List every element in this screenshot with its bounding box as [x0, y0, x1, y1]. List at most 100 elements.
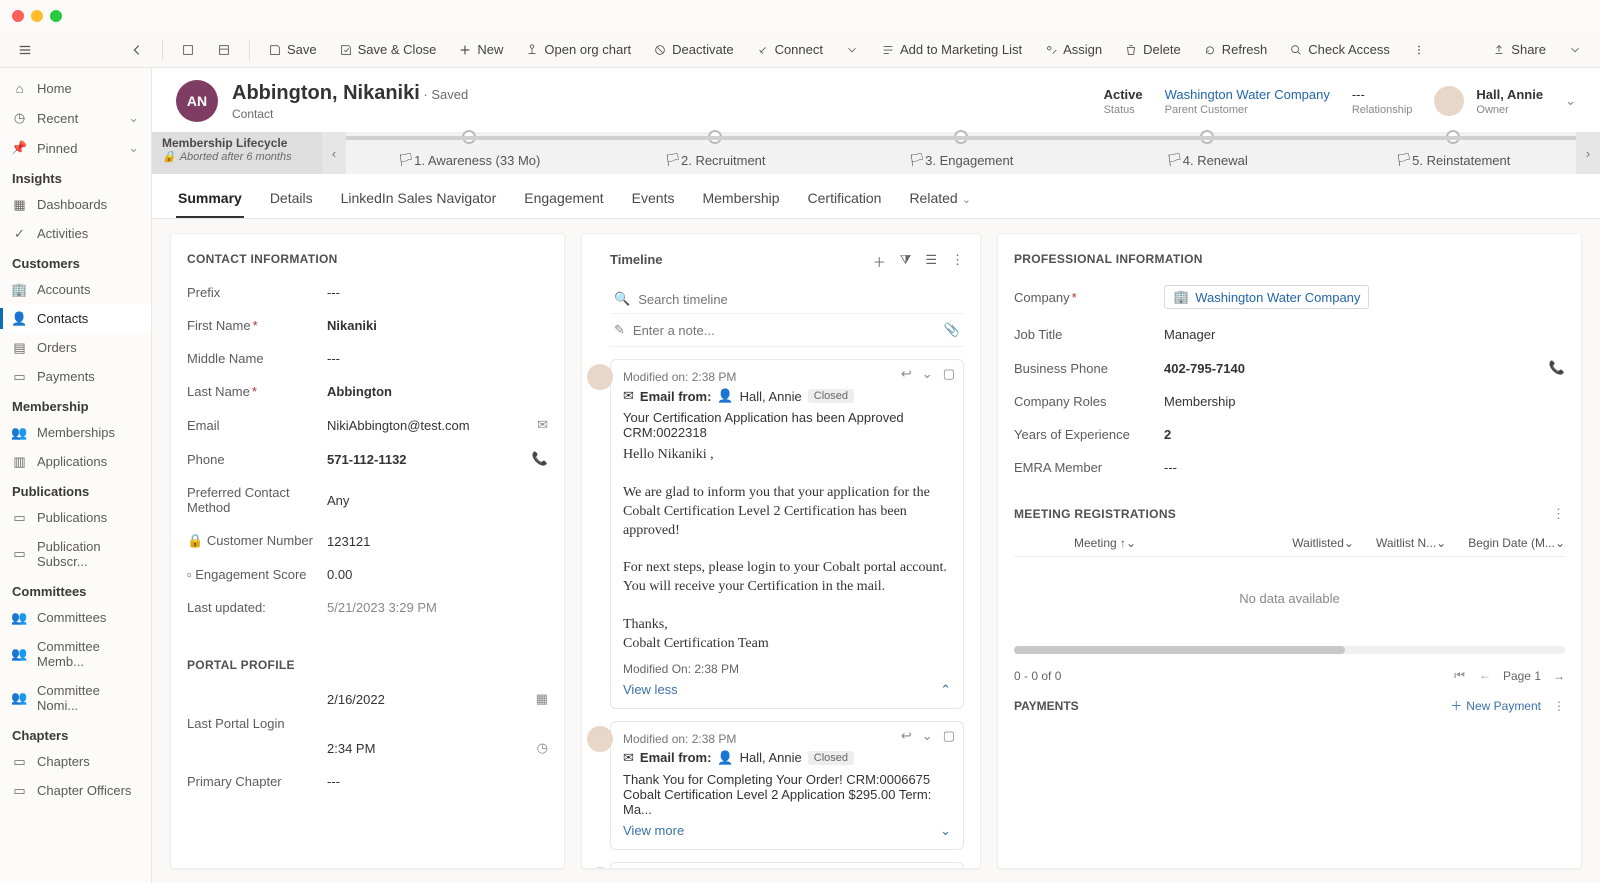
timeline-add-button[interactable]: ＋ [873, 252, 886, 271]
col-begin-date[interactable]: Begin Date (M...⌄ [1468, 536, 1565, 550]
share-dropdown[interactable] [1560, 39, 1590, 61]
new-button[interactable]: New [450, 38, 511, 61]
reply-icon[interactable]: ↩ [901, 366, 912, 382]
phone-icon[interactable]: 📞 [532, 451, 548, 467]
nav-contacts[interactable]: 👤Contacts [0, 304, 151, 333]
bpf-stage-renewal[interactable]: 🏳 4. Renewal [1084, 132, 1330, 174]
field-email[interactable]: EmailNikiAbbington@test.com✉ [187, 408, 548, 442]
field-phone[interactable]: Phone571-112-1132📞 [187, 442, 548, 476]
field-emra-member[interactable]: EMRA Member--- [1014, 451, 1565, 484]
col-waitlisted[interactable]: Waitlisted⌄ [1292, 536, 1354, 550]
field-prefix[interactable]: Prefix--- [187, 276, 548, 309]
connect-button[interactable]: Connect [748, 38, 831, 61]
timeline-search-input[interactable] [638, 292, 960, 307]
calendar-icon[interactable]: ▦ [536, 691, 548, 707]
nav-publications[interactable]: ▭Publications [0, 503, 151, 532]
attachment-icon[interactable]: 📎 [944, 322, 960, 338]
company-lookup-pill[interactable]: 🏢Washington Water Company [1164, 285, 1369, 309]
chevron-down-icon[interactable]: ⌄ [922, 728, 933, 744]
tab-summary[interactable]: Summary [176, 180, 244, 218]
nav-committees[interactable]: 👥Committees [0, 603, 151, 632]
nav-chapter-officers[interactable]: ▭Chapter Officers [0, 776, 151, 805]
field-business-phone[interactable]: Business Phone402-795-7140📞 [1014, 351, 1565, 385]
field-primary-chapter[interactable]: Primary Chapter--- [187, 765, 548, 798]
chevron-down-icon[interactable]: ⌄ [922, 366, 933, 382]
col-waitlist-n[interactable]: Waitlist N...⌄ [1376, 536, 1446, 550]
view-more-link[interactable]: View more [623, 823, 684, 838]
form-button-2[interactable] [209, 39, 239, 61]
hamburger-button[interactable] [10, 39, 40, 61]
timeline-search[interactable]: 🔍 [610, 285, 964, 313]
save-button[interactable]: Save [260, 38, 325, 61]
header-expand-icon[interactable]: ⌄ [1565, 93, 1576, 109]
add-marketing-list-button[interactable]: Add to Marketing List [873, 38, 1030, 61]
field-engagement-score[interactable]: ▫ Engagement Score0.00 [187, 558, 548, 591]
nav-home[interactable]: ⌂Home [0, 74, 151, 103]
meetings-hscroll[interactable] [1014, 646, 1565, 654]
timeline-filter-button[interactable]: ⧩ [900, 252, 912, 271]
tab-related[interactable]: Related⌄ [907, 180, 972, 218]
tab-events[interactable]: Events [630, 180, 677, 218]
refresh-button[interactable]: Refresh [1195, 38, 1276, 61]
field-first-name[interactable]: First Name*Nikaniki [187, 309, 548, 342]
bpf-stage-recruitment[interactable]: 🏳 2. Recruitment [592, 132, 838, 174]
tab-details[interactable]: Details [268, 180, 315, 218]
check-access-button[interactable]: Check Access [1281, 38, 1398, 61]
timeline-note-row[interactable]: ✎ 📎 [610, 313, 964, 347]
field-company-roles[interactable]: Company RolesMembership [1014, 385, 1565, 418]
page-next-icon[interactable]: → [1553, 669, 1565, 683]
page-first-icon[interactable]: ⏮ [1454, 668, 1465, 683]
nav-dashboards[interactable]: ▦Dashboards [0, 190, 151, 219]
deactivate-button[interactable]: Deactivate [645, 38, 741, 61]
field-preferred-contact[interactable]: Preferred Contact MethodAny [187, 476, 548, 524]
open-org-chart-button[interactable]: Open org chart [517, 38, 639, 61]
nav-committee-nomi[interactable]: 👥Committee Nomi... [0, 676, 151, 720]
tab-engagement[interactable]: Engagement [522, 180, 605, 218]
back-button[interactable] [122, 39, 152, 61]
timeline-card[interactable]: ↩⌄▢ Modified on: 2:38 PM ✉Email from: 👤H… [610, 862, 964, 869]
chevron-up-icon[interactable]: ⌃ [940, 682, 951, 698]
form-button-1[interactable] [173, 39, 203, 61]
field-middle-name[interactable]: Middle Name--- [187, 342, 548, 375]
connect-dropdown[interactable] [837, 39, 867, 61]
field-customer-number[interactable]: 🔒 Customer Number123121 [187, 524, 548, 558]
assign-button[interactable]: Assign [1036, 38, 1110, 61]
nav-memberships[interactable]: 👥Memberships [0, 418, 151, 447]
header-owner[interactable]: Hall, AnnieOwner [1434, 86, 1543, 116]
phone-icon[interactable]: 📞 [1549, 360, 1565, 376]
open-icon[interactable]: ▢ [943, 728, 955, 744]
bpf-stage-reinstatement[interactable]: 🏳 5. Reinstatement [1330, 132, 1576, 174]
nav-recent[interactable]: ◷Recent⌄ [0, 103, 151, 133]
field-years-exp[interactable]: Years of Experience2 [1014, 418, 1565, 451]
nav-payments[interactable]: ▭Payments [0, 362, 151, 391]
open-icon[interactable]: ▢ [943, 366, 955, 382]
email-icon[interactable]: ✉ [537, 417, 548, 433]
close-window-icon[interactable] [12, 10, 24, 22]
field-company[interactable]: Company*🏢Washington Water Company [1014, 276, 1565, 318]
field-portal-login-date[interactable]: 2/16/2022▦ [187, 682, 548, 716]
nav-pub-subscr[interactable]: ▭Publication Subscr... [0, 532, 151, 576]
nav-applications[interactable]: ▥Applications [0, 447, 151, 476]
nav-chapters[interactable]: ▭Chapters [0, 747, 151, 776]
delete-button[interactable]: Delete [1116, 38, 1189, 61]
field-portal-login-time[interactable]: 2:34 PM◷ [187, 740, 548, 765]
timeline-card[interactable]: ↩⌄▢ Modified on: 2:38 PM ✉Email from: 👤H… [610, 359, 964, 709]
nav-committee-memb[interactable]: 👥Committee Memb... [0, 632, 151, 676]
chevron-down-icon[interactable]: ⌄ [940, 823, 951, 839]
new-payment-button[interactable]: ＋New Payment ⋮ [1450, 697, 1565, 714]
col-meeting[interactable]: Meeting ↑⌄ [1014, 536, 1270, 550]
maximize-window-icon[interactable] [50, 10, 62, 22]
tab-membership[interactable]: Membership [700, 180, 781, 218]
field-job-title[interactable]: Job TitleManager [1014, 318, 1565, 351]
timeline-overflow-button[interactable]: ⋮ [951, 252, 964, 271]
share-button[interactable]: Share [1484, 38, 1554, 61]
save-close-button[interactable]: Save & Close [331, 38, 445, 61]
nav-accounts[interactable]: 🏢Accounts [0, 275, 151, 304]
header-status[interactable]: ActiveStatus [1104, 87, 1143, 116]
nav-activities[interactable]: ✓Activities [0, 219, 151, 248]
minimize-window-icon[interactable] [31, 10, 43, 22]
view-less-link[interactable]: View less [623, 682, 678, 697]
bpf-prev-button[interactable]: ‹ [322, 132, 346, 174]
bpf-next-button[interactable]: › [1576, 132, 1600, 174]
bpf-stage-engagement[interactable]: 🏳 3. Engagement [838, 132, 1084, 174]
